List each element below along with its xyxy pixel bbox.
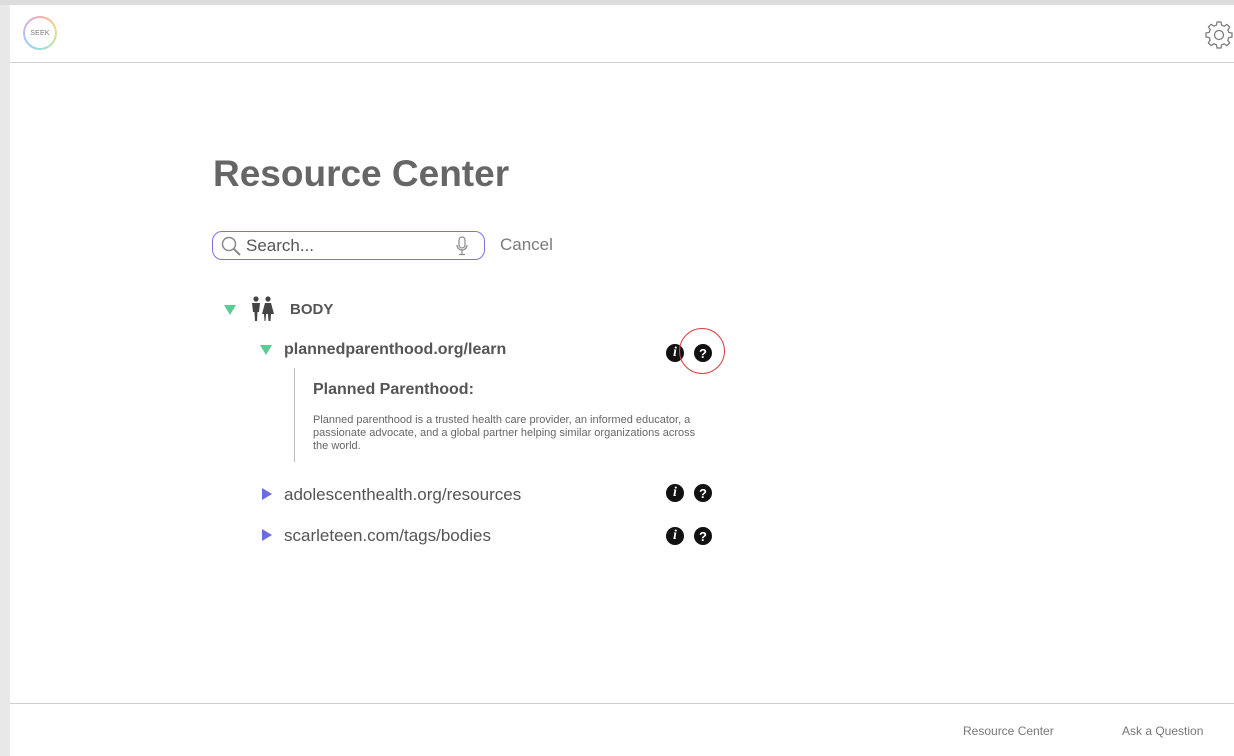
gear-icon[interactable] [1204, 20, 1234, 50]
footer-link-ask-question[interactable]: Ask a Question [1122, 724, 1203, 738]
footer-link-resource-center[interactable]: Resource Center [963, 724, 1054, 738]
footer-divider [10, 703, 1234, 704]
item-expand-toggle[interactable] [260, 345, 272, 355]
detail-description: Planned parenthood is a trusted health c… [313, 414, 696, 452]
item-expand-toggle[interactable] [262, 529, 272, 541]
microphone-icon[interactable] [455, 235, 469, 256]
seek-logo[interactable]: SEEK [23, 16, 57, 50]
window-left-border [0, 5, 10, 756]
item-expand-toggle[interactable] [262, 488, 272, 500]
search-box[interactable] [212, 231, 485, 260]
resource-detail-panel: Planned Parenthood: Planned parenthood i… [294, 368, 715, 462]
people-icon [252, 296, 274, 321]
cancel-button[interactable]: Cancel [500, 235, 553, 255]
resource-link[interactable]: scarleteen.com/tags/bodies [284, 526, 491, 546]
header-divider [10, 62, 1234, 63]
info-icon[interactable]: i [666, 484, 684, 502]
section-label-body[interactable]: BODY [290, 301, 333, 318]
search-icon [221, 236, 241, 256]
window-top-border [0, 0, 1234, 5]
search-input[interactable] [246, 235, 451, 256]
detail-title: Planned Parenthood: [313, 381, 474, 398]
question-icon[interactable]: ? [694, 527, 712, 545]
section-expand-toggle[interactable] [224, 305, 236, 315]
question-icon[interactable]: ? [694, 484, 712, 502]
info-icon[interactable]: i [666, 527, 684, 545]
resource-link[interactable]: plannedparenthood.org/learn [284, 341, 506, 359]
logo-text: SEEK [25, 18, 55, 48]
resource-link[interactable]: adolescenthealth.org/resources [284, 485, 521, 505]
page-title: Resource Center [213, 153, 510, 194]
